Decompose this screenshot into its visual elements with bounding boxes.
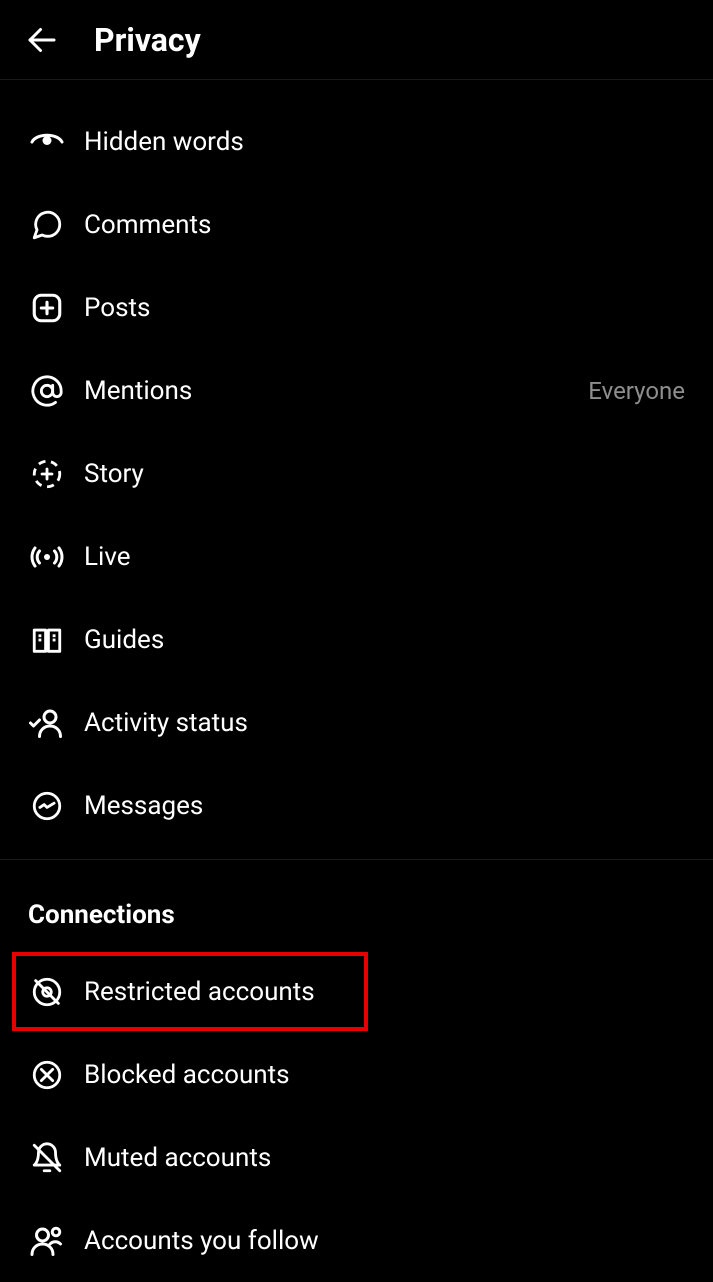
item-label: Activity status [84, 708, 685, 738]
item-mentions[interactable]: Mentions Everyone [0, 349, 713, 432]
item-live[interactable]: Live [0, 515, 713, 598]
item-accounts-you-follow[interactable]: Accounts you follow [0, 1199, 713, 1282]
muted-icon [28, 1139, 66, 1177]
back-button[interactable] [20, 18, 64, 62]
story-icon [28, 455, 66, 493]
item-label: Messages [84, 791, 685, 821]
item-label: Restricted accounts [84, 977, 352, 1007]
item-label: Story [84, 459, 685, 489]
item-label: Hidden words [84, 127, 685, 157]
item-label: Muted accounts [84, 1143, 685, 1173]
comment-icon [28, 206, 66, 244]
item-blocked-accounts[interactable]: Blocked accounts [0, 1033, 713, 1116]
hidden-words-icon [28, 123, 66, 161]
posts-icon [28, 289, 66, 327]
blocked-icon [28, 1056, 66, 1094]
item-value: Everyone [588, 377, 685, 405]
item-muted-accounts[interactable]: Muted accounts [0, 1116, 713, 1199]
header: Privacy [0, 0, 713, 80]
item-story[interactable]: Story [0, 432, 713, 515]
item-activity-status[interactable]: Activity status [0, 681, 713, 764]
section-header-connections: Connections [0, 860, 713, 950]
restricted-icon [28, 973, 66, 1011]
item-posts[interactable]: Posts [0, 266, 713, 349]
item-comments[interactable]: Comments [0, 183, 713, 266]
messages-icon [28, 787, 66, 825]
item-label: Mentions [84, 376, 588, 406]
guides-icon [28, 621, 66, 659]
item-label: Accounts you follow [84, 1226, 685, 1256]
arrow-left-icon [24, 22, 60, 58]
accounts-follow-icon [28, 1222, 66, 1260]
item-hidden-words[interactable]: Hidden words [0, 100, 713, 183]
item-label: Posts [84, 293, 685, 323]
item-label: Comments [84, 210, 685, 240]
settings-list: Hidden words Comments Posts Mentions Eve… [0, 80, 713, 1282]
item-guides[interactable]: Guides [0, 598, 713, 681]
item-restricted-accounts[interactable]: Restricted accounts [10, 950, 370, 1033]
item-label: Guides [84, 625, 685, 655]
activity-status-icon [28, 704, 66, 742]
live-icon [28, 538, 66, 576]
page-title: Privacy [94, 21, 201, 59]
mentions-icon [28, 372, 66, 410]
item-label: Live [84, 542, 685, 572]
item-messages[interactable]: Messages [0, 764, 713, 847]
item-label: Blocked accounts [84, 1060, 685, 1090]
